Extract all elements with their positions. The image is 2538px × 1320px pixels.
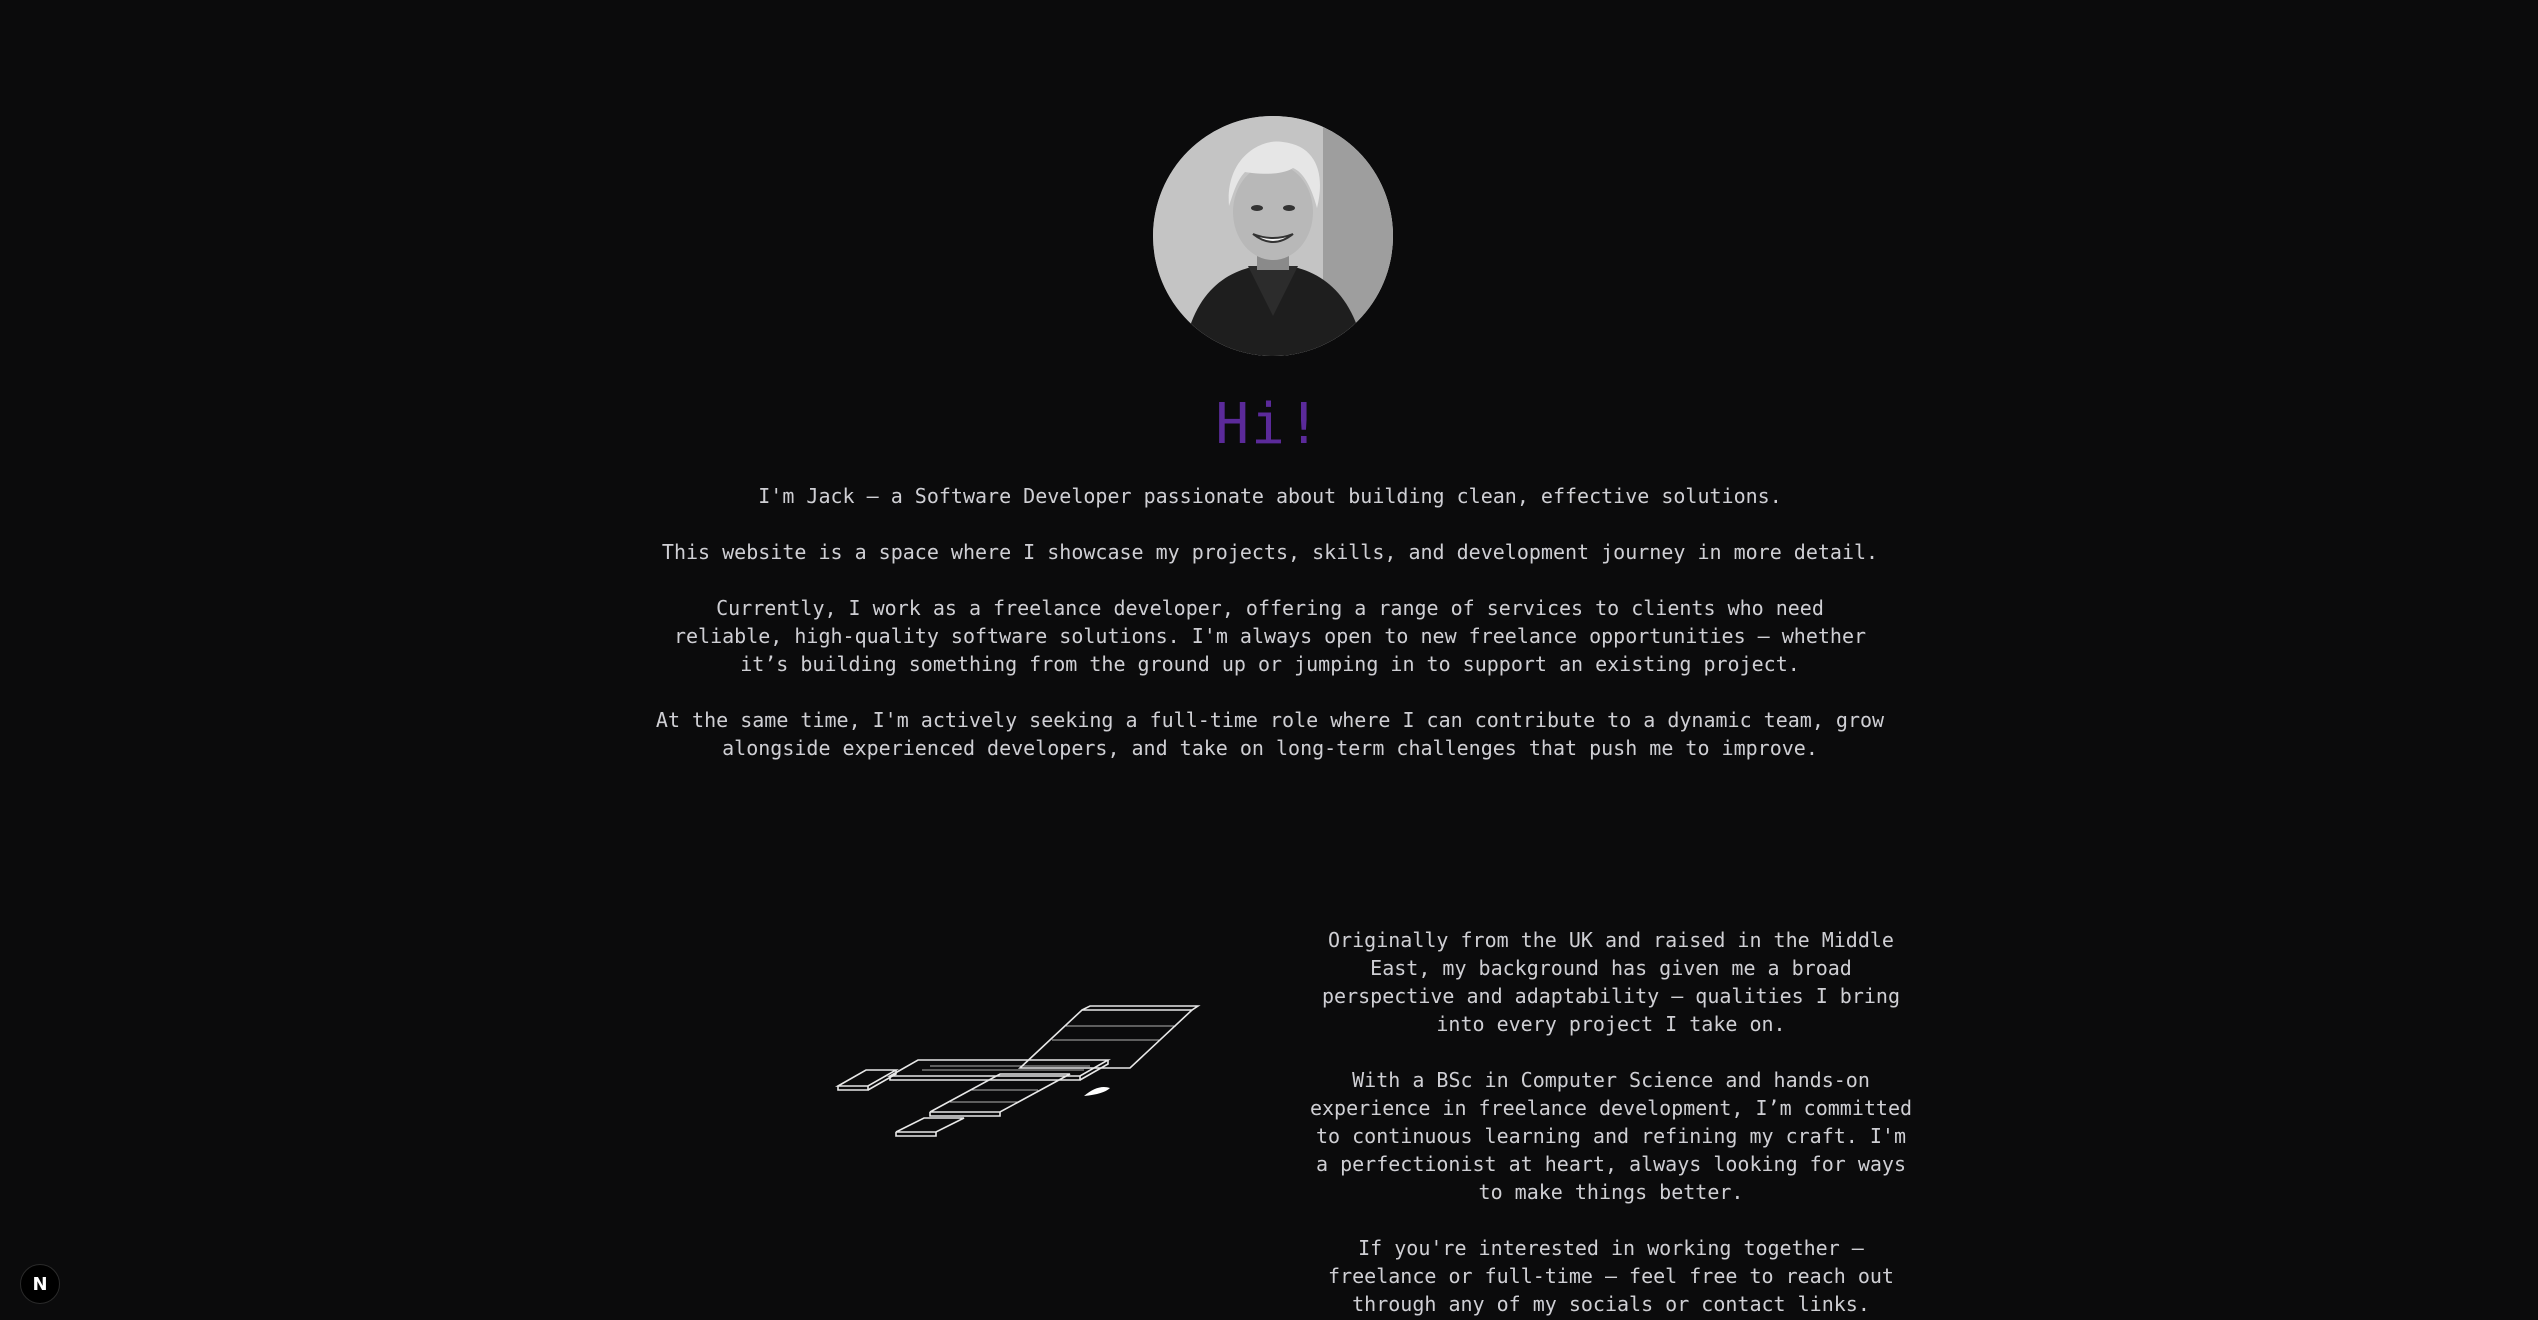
intro-paragraph-3: Currently, I work as a freelance develop… <box>673 596 1867 676</box>
profile-avatar <box>1153 116 1393 356</box>
nextjs-dev-indicator-icon[interactable]: N <box>20 1264 60 1304</box>
intro-paragraph-1: I'm Jack – a Software Developer passiona… <box>758 484 1782 508</box>
profile-photo-icon <box>1153 116 1393 356</box>
intro-paragraph-2: This website is a space where I showcase… <box>661 540 1879 564</box>
isometric-blocks-icon <box>834 1005 1201 1137</box>
about-paragraph-3: If you're interested in working together… <box>1328 1236 1894 1316</box>
badge-label: N <box>32 1273 48 1295</box>
about-paragraph-1: Originally from the UK and raised in the… <box>1322 928 1900 1036</box>
intro-paragraph-4: At the same time, I'm actively seeking a… <box>655 708 1885 760</box>
about-section: Originally from the UK and raised in the… <box>1306 926 1916 1320</box>
about-paragraph-2: With a BSc in Computer Science and hands… <box>1309 1068 1913 1204</box>
intro-section: I'm Jack – a Software Developer passiona… <box>640 482 1900 790</box>
isometric-illustration <box>820 990 1220 1150</box>
greeting-heading: Hi! <box>1215 392 1323 457</box>
